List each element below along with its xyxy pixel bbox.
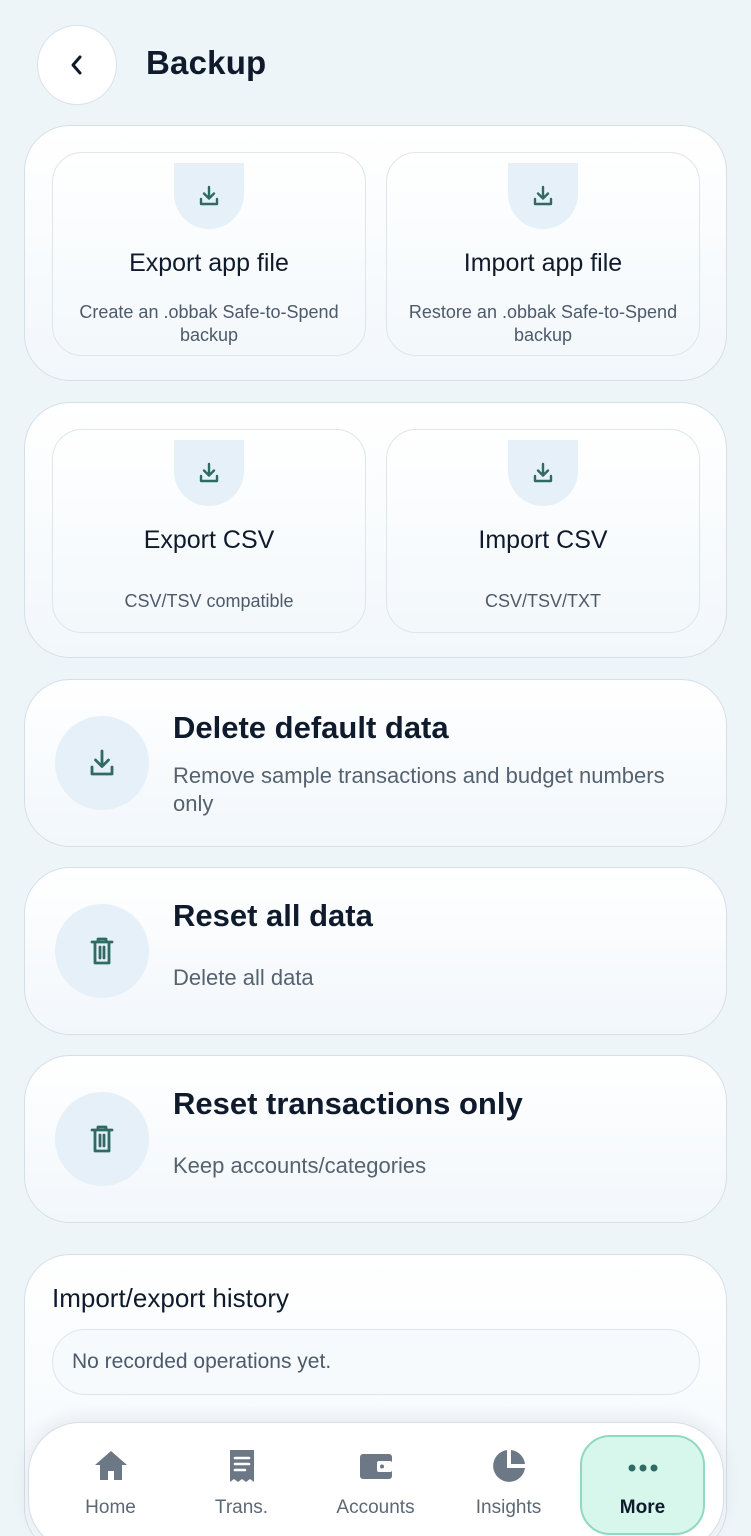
backup-screen: Backup Export app file Create an .obbak … (0, 0, 751, 1536)
tile-subtitle: Create an .obbak Safe-to-Spend backup (79, 302, 339, 345)
row-title: Reset all data (173, 898, 373, 933)
tile-title: Export CSV (143, 526, 275, 554)
trash-icon (55, 904, 149, 998)
nav-item-more[interactable]: More (580, 1435, 705, 1535)
export-csv-tile[interactable]: Export CSV CSV/TSV compatible (52, 429, 366, 633)
csv-group: Export CSV CSV/TSV compatible Import CSV… (24, 402, 727, 658)
nav-label: Insights (475, 1497, 542, 1518)
trash-icon (55, 1092, 149, 1186)
tile-subtitle: Restore an .obbak Safe-to-Spend backup (408, 302, 678, 345)
nav-label: Home (85, 1497, 136, 1518)
header: Backup (0, 0, 751, 130)
nav-label: Trans. (214, 1497, 269, 1518)
pie-chart-icon (492, 1450, 525, 1482)
more-dots-icon (628, 1464, 657, 1472)
delete-default-data-row[interactable]: Delete default data Remove sample transa… (24, 679, 727, 847)
download-icon (174, 163, 244, 229)
chevron-left-icon (71, 55, 82, 75)
tile-subtitle: CSV/TSV/TXT (484, 591, 601, 611)
back-button[interactable] (37, 25, 117, 105)
tile-subtitle: CSV/TSV compatible (124, 591, 294, 611)
row-title: Delete default data (173, 710, 449, 745)
nav-label: More (619, 1497, 666, 1518)
bottom-nav: Home Trans. Accounts Insights More (28, 1422, 724, 1536)
page-title: Backup (146, 44, 267, 81)
app-file-group: Export app file Create an .obbak Safe-to… (24, 125, 727, 381)
import-app-file-tile[interactable]: Import app file Restore an .obbak Safe-t… (386, 152, 700, 356)
reset-transactions-row[interactable]: Reset transactions only Keep accounts/ca… (24, 1055, 727, 1223)
import-csv-tile[interactable]: Import CSV CSV/TSV/TXT (386, 429, 700, 633)
home-icon (94, 1451, 127, 1480)
history-title: Import/export history (52, 1283, 289, 1313)
receipt-icon (229, 1450, 254, 1482)
download-icon (508, 440, 578, 506)
row-subtitle: Delete all data (173, 965, 314, 990)
download-icon (174, 440, 244, 506)
nav-label: Accounts (336, 1497, 415, 1518)
nav-item-transactions[interactable]: Trans. (179, 1423, 304, 1536)
tile-title: Import app file (463, 249, 623, 277)
row-subtitle: Keep accounts/categories (173, 1153, 427, 1178)
wallet-icon (359, 1454, 392, 1479)
export-app-file-tile[interactable]: Export app file Create an .obbak Safe-to… (52, 152, 366, 356)
tile-title: Import CSV (478, 526, 608, 554)
tile-title: Export app file (129, 249, 289, 277)
row-subtitle: Remove sample transactions and budget nu… (173, 763, 665, 816)
row-title: Reset transactions only (173, 1086, 523, 1121)
reset-all-data-row[interactable]: Reset all data Delete all data (24, 867, 727, 1035)
nav-item-insights[interactable]: Insights (446, 1423, 571, 1536)
download-icon (508, 163, 578, 229)
download-icon (55, 716, 149, 810)
nav-item-home[interactable]: Home (48, 1423, 173, 1536)
history-empty-state: No recorded operations yet. (52, 1329, 700, 1395)
nav-item-accounts[interactable]: Accounts (313, 1423, 438, 1536)
